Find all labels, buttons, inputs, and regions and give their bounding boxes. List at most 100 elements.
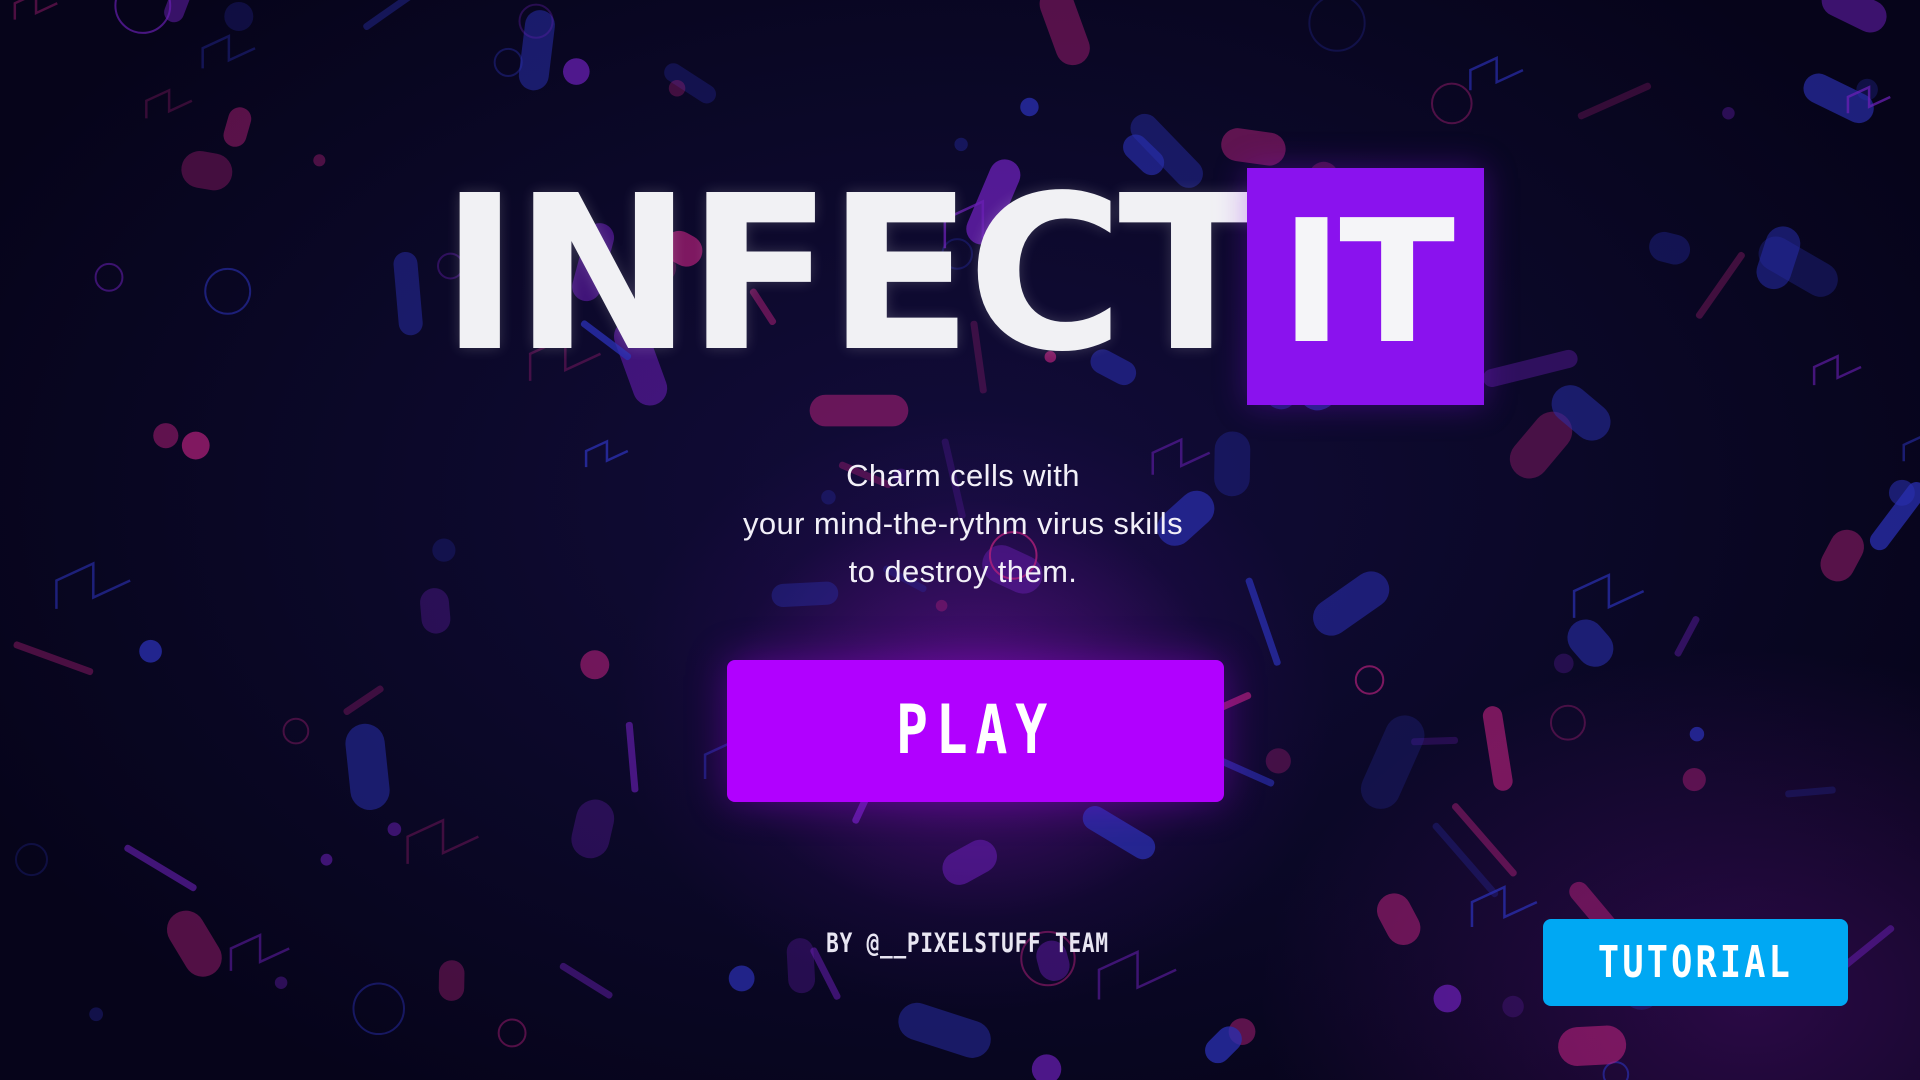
background-particle (145, 88, 193, 119)
tutorial-button-label: TUTORIAL (1597, 937, 1794, 988)
background-particle (363, 0, 426, 30)
background-particle (728, 965, 755, 992)
background-particle (1821, 0, 1887, 33)
background-particle (493, 47, 523, 77)
background-particle (1482, 706, 1513, 791)
background-particle (1469, 56, 1524, 91)
background-particle (809, 394, 909, 427)
background-particle (1354, 665, 1385, 695)
background-particle (898, 1002, 991, 1058)
background-particle (942, 839, 997, 885)
background-particle (420, 588, 451, 634)
background-particle (13, 0, 58, 20)
background-particle (393, 251, 423, 336)
background-particle (1020, 97, 1039, 117)
background-particle (387, 822, 402, 837)
background-particle (571, 799, 615, 859)
background-particle (14, 843, 49, 877)
background-particle (13, 641, 94, 676)
background-particle (282, 717, 310, 745)
tagline-line-3: to destroy them. (848, 554, 1078, 589)
background-particle (1482, 349, 1578, 388)
background-particle (114, 0, 172, 34)
background-particle (1572, 573, 1645, 618)
background-particle (559, 962, 613, 999)
background-particle (518, 10, 555, 91)
background-particle (313, 154, 326, 167)
background-particle (1722, 106, 1735, 120)
background-particle (89, 1007, 104, 1022)
background-particle (1313, 571, 1390, 636)
background-particle (55, 561, 131, 609)
background-particle (935, 599, 948, 612)
title-it: IT (1279, 184, 1455, 382)
background-particle (1502, 995, 1524, 1018)
background-particle (224, 1, 254, 31)
background-particle (1577, 82, 1652, 120)
background-particle (1039, 0, 1090, 66)
tagline-line-2: your mind-the-rythm virus skills (743, 506, 1183, 541)
background-particle (1549, 704, 1586, 741)
background-particle (1689, 726, 1705, 742)
background-particle (345, 723, 390, 811)
background-particle (1695, 251, 1745, 319)
background-particle (181, 151, 233, 191)
background-particle (497, 1018, 527, 1048)
background-particle (1649, 231, 1691, 265)
play-button[interactable]: PLAY (727, 660, 1224, 802)
background-particle (164, 0, 194, 23)
background-particle (1812, 354, 1862, 386)
background-particle (1470, 885, 1538, 928)
background-particle (1433, 984, 1462, 1013)
background-particle (1674, 616, 1700, 657)
background-particle (1265, 748, 1291, 774)
background-particle (166, 910, 222, 977)
background-particle (223, 107, 252, 147)
background-particle (320, 853, 333, 866)
background-particle (1376, 893, 1421, 945)
background-particle (1602, 1061, 1630, 1080)
credits: BY @__PIXELSTUFF TEAM (826, 928, 1109, 959)
tutorial-button[interactable]: TUTORIAL (1543, 919, 1848, 1006)
background-particle (1031, 1054, 1062, 1080)
background-particle (1785, 786, 1836, 798)
background-particle (563, 58, 590, 85)
background-particle (343, 685, 384, 716)
background-particle (1432, 822, 1499, 898)
background-particle (1820, 529, 1865, 582)
background-particle (181, 431, 210, 460)
background-particle (1682, 767, 1706, 792)
background-particle (274, 976, 288, 989)
background-particle (1308, 0, 1366, 52)
background-particle (668, 79, 686, 97)
background-particle (1553, 653, 1574, 674)
title-it-box: IT (1247, 168, 1484, 405)
title-screen: INFECT IT Charm cells with your mind-the… (0, 0, 1920, 1080)
background-particle (204, 267, 252, 315)
tagline: Charm cells with your mind-the-rythm vir… (680, 452, 1246, 596)
background-particle (1360, 715, 1425, 809)
background-particle (580, 650, 610, 680)
tagline-line-1: Charm cells with (846, 458, 1080, 493)
background-particle (1430, 82, 1473, 125)
background-particle (625, 721, 639, 793)
background-particle (229, 933, 290, 971)
background-particle (1803, 73, 1874, 124)
background-particle (1902, 435, 1920, 462)
background-particle (94, 262, 124, 292)
background-particle (153, 423, 179, 449)
background-particle (664, 63, 716, 104)
background-particle (352, 982, 406, 1036)
background-particle (1558, 1025, 1627, 1066)
background-particle (139, 639, 162, 663)
background-particle (1451, 803, 1517, 877)
background-particle (201, 34, 256, 69)
title-infect: INFECT (440, 150, 1264, 399)
background-particle (584, 439, 629, 468)
background-particle (406, 818, 479, 864)
background-particle (432, 538, 456, 562)
background-particle (438, 960, 465, 1001)
background-particle (1082, 805, 1156, 860)
background-particle (124, 844, 197, 892)
play-button-label: PLAY (896, 691, 1055, 770)
